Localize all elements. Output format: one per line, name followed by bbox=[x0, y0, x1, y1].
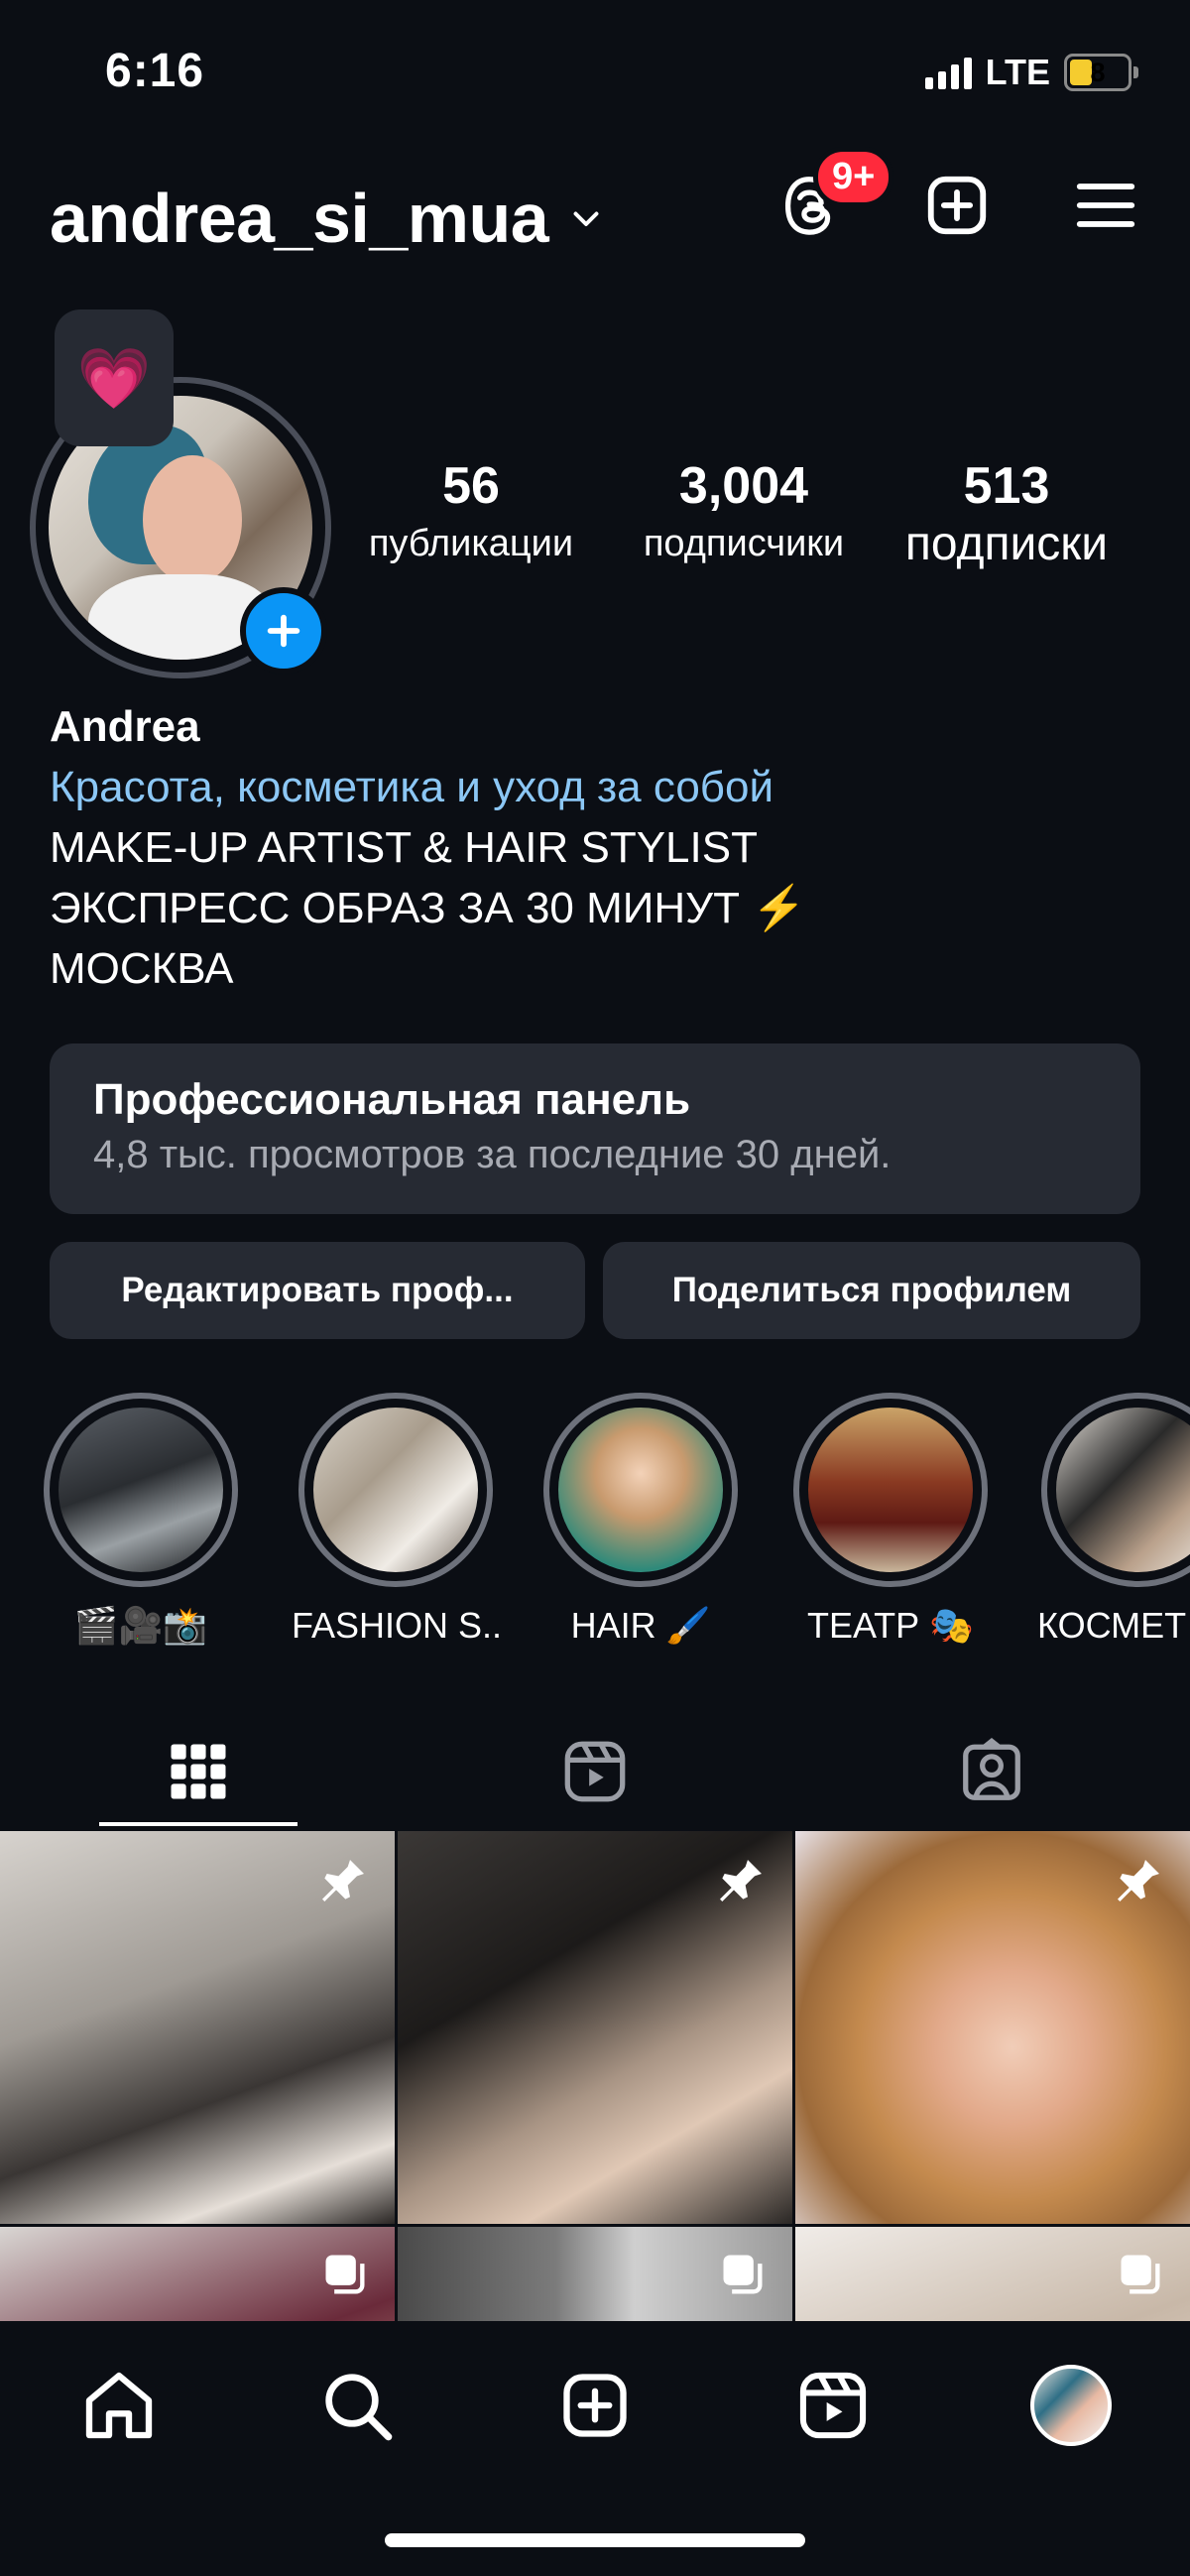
stat-label: подписчики bbox=[643, 523, 845, 565]
profile-name: Andrea bbox=[50, 702, 200, 751]
stat-label: подписки bbox=[904, 518, 1109, 571]
status-time: 6:16 bbox=[105, 45, 205, 97]
tab-posts[interactable] bbox=[99, 1714, 298, 1828]
stat-value: 513 bbox=[963, 457, 1050, 515]
home-indicator bbox=[385, 2533, 805, 2547]
post-thumbnail[interactable] bbox=[398, 2227, 792, 2327]
create-icon bbox=[563, 2374, 627, 2437]
tab-tagged[interactable] bbox=[892, 1714, 1091, 1828]
post-grid bbox=[0, 1831, 1190, 2327]
pin-icon bbox=[322, 1860, 364, 1901]
highlight-item[interactable]: 🎬🎥📸 bbox=[42, 1393, 240, 1647]
note-heart-emoji: 💗 bbox=[76, 344, 152, 412]
professional-dashboard[interactable]: Профессиональная панель 4,8 тыс. просмот… bbox=[50, 1043, 1140, 1214]
header-actions: 9+ bbox=[774, 147, 1140, 240]
edit-profile-button[interactable]: Редактировать проф... bbox=[50, 1242, 585, 1339]
nav-search[interactable] bbox=[312, 2361, 402, 2450]
post-thumbnail[interactable] bbox=[795, 2227, 1190, 2327]
profile-category[interactable]: Красота, косметика и уход за собой bbox=[50, 757, 1140, 817]
carousel-icon bbox=[723, 2255, 763, 2294]
dashboard-title: Профессиональная панель bbox=[93, 1075, 691, 1124]
battery-icon: 8 bbox=[1064, 54, 1131, 91]
chevron-down-icon bbox=[573, 211, 599, 226]
carousel-icon bbox=[325, 2255, 365, 2294]
post-thumbnail[interactable] bbox=[0, 2227, 395, 2327]
stat-followers[interactable]: 3,004 подписчики bbox=[615, 457, 873, 571]
story-highlights: 🎬🎥📸 FASHION S... HAIR 🖌️ ТЕАТР 🎭 КОСМЕТ bbox=[40, 1393, 1190, 1651]
add-story-button[interactable] bbox=[240, 587, 327, 675]
highlight-item[interactable]: HAIR 🖌️ bbox=[541, 1393, 740, 1647]
carousel-icon bbox=[1121, 2255, 1160, 2294]
tab-reels[interactable] bbox=[496, 1714, 694, 1828]
profile-avatar-icon bbox=[1030, 2365, 1112, 2446]
nav-reels[interactable] bbox=[788, 2361, 878, 2450]
bio-line: ЭКСПРЕСС ОБРАЗ ЗА 30 МИНУТ ⚡️ bbox=[50, 884, 806, 932]
nav-create[interactable] bbox=[550, 2361, 640, 2450]
profile-note[interactable]: 💗 bbox=[55, 309, 174, 446]
tagged-icon bbox=[963, 1737, 1020, 1800]
post-thumbnail[interactable] bbox=[398, 1831, 792, 2224]
highlight-label: 🎬🎥📸 bbox=[73, 1605, 208, 1646]
plus-icon bbox=[267, 614, 300, 648]
active-tab-indicator bbox=[99, 1822, 298, 1826]
stat-value: 3,004 bbox=[678, 457, 809, 515]
home-icon bbox=[85, 2372, 153, 2439]
stat-value: 56 bbox=[442, 457, 500, 515]
nav-profile[interactable] bbox=[1026, 2361, 1116, 2450]
stat-label: публикации bbox=[368, 523, 574, 565]
menu-icon bbox=[1076, 184, 1135, 227]
battery-level: 8 bbox=[1090, 57, 1106, 87]
create-icon bbox=[927, 176, 987, 235]
highlight-label: КОСМЕТ bbox=[1037, 1605, 1187, 1646]
reels-icon bbox=[799, 2372, 867, 2439]
network-type: LTE bbox=[985, 52, 1050, 92]
signal-icon bbox=[924, 56, 972, 89]
post-thumbnail[interactable] bbox=[795, 1831, 1190, 2224]
profile-stats: 56 публикации 3,004 подписчики 513 подпи… bbox=[347, 457, 1140, 571]
dashboard-subtitle: 4,8 тыс. просмотров за последние 30 дней… bbox=[93, 1133, 892, 1176]
menu-button[interactable] bbox=[1071, 171, 1140, 240]
status-indicators: LTE 8 bbox=[924, 52, 1138, 93]
stat-following[interactable]: 513 подписки bbox=[873, 457, 1140, 571]
profile-bio: Andrea Красота, косметика и уход за собо… bbox=[50, 696, 1140, 999]
stat-posts[interactable]: 56 публикации bbox=[347, 457, 595, 571]
post-thumbnail[interactable] bbox=[0, 1831, 395, 2224]
share-profile-button[interactable]: Поделиться профилем bbox=[603, 1242, 1140, 1339]
highlight-item[interactable]: КОСМЕТ bbox=[1037, 1393, 1190, 1647]
bio-line: MAKE-UP ARTIST & HAIR STYLIST bbox=[50, 823, 758, 872]
username: andrea_si_mua bbox=[50, 180, 549, 257]
pin-icon bbox=[1118, 1860, 1159, 1901]
account-switcher[interactable]: andrea_si_mua bbox=[50, 179, 604, 258]
grid-icon bbox=[171, 1744, 226, 1798]
notification-badge: 9+ bbox=[813, 147, 894, 207]
reels-icon bbox=[564, 1741, 626, 1801]
bio-line: МОСКВА bbox=[50, 944, 234, 993]
highlight-label: HAIR 🖌️ bbox=[570, 1605, 711, 1646]
threads-button[interactable]: 9+ bbox=[774, 147, 894, 240]
search-icon bbox=[325, 2374, 393, 2441]
highlight-item[interactable]: ТЕАТР 🎭 bbox=[791, 1393, 990, 1647]
pin-icon bbox=[720, 1860, 762, 1901]
nav-home[interactable] bbox=[74, 2361, 164, 2450]
highlight-label: FASHION S... bbox=[292, 1605, 500, 1646]
profile-tabs bbox=[0, 1714, 1190, 1828]
highlight-item[interactable]: FASHION S... bbox=[292, 1393, 500, 1647]
highlight-label: ТЕАТР 🎭 bbox=[806, 1605, 975, 1646]
create-button[interactable] bbox=[922, 171, 992, 240]
